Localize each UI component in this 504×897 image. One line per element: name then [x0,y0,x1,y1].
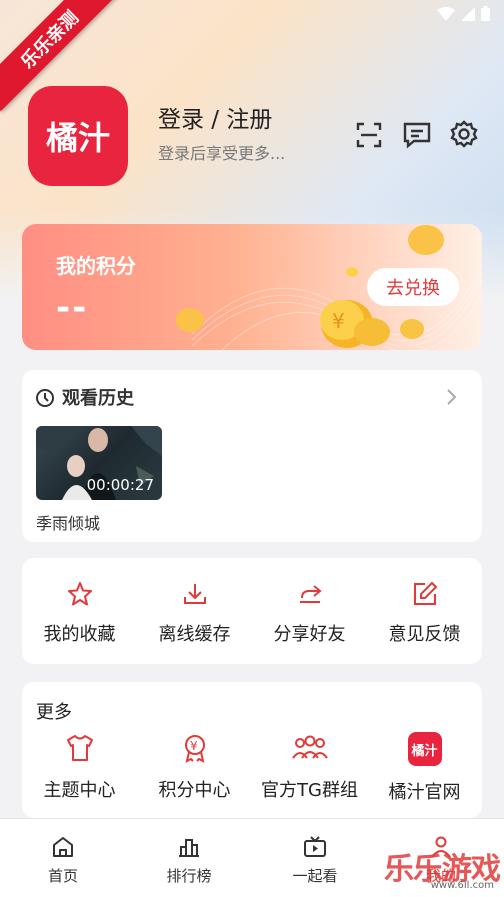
medal-icon: ¥ [184,735,205,763]
points-center-button[interactable]: ¥ 积分中心 [137,732,252,804]
battery-icon [481,6,490,21]
official-website-button[interactable]: 橘汁 橘汁官网 [367,732,482,804]
tab-ranking[interactable]: 排行榜 [126,819,252,897]
watch-history-card: 观看历史 00:00:27 季雨倾城 [22,370,482,542]
tab-home-label: 首页 [47,867,78,885]
tshirt-icon [66,735,93,761]
clock-icon [36,389,54,407]
tab-ranking-label: 排行榜 [166,867,212,885]
login-register-link[interactable]: 登录 / 注册 [158,100,272,134]
offline-cache-label: 离线缓存 [158,624,231,645]
tab-home[interactable]: 首页 [0,819,126,897]
tab-watch-together-label: 一起看 [292,867,338,885]
share-icon [299,585,322,603]
svg-text:¥: ¥ [190,739,198,753]
app-logo[interactable]: 橘汁 [28,86,128,186]
theme-center-label: 主题中心 [43,780,116,801]
more-card: 更多 主题中心 ¥ 积分中心 官方TG群组 橘汁 橘汁官网 [22,682,482,818]
chevron-right-icon[interactable] [446,388,458,406]
feedback-label: 意见反馈 [388,624,461,645]
history-item-title[interactable]: 季雨倾城 [36,510,100,534]
share-friends-button[interactable]: 分享好友 [252,580,367,646]
favorites-button[interactable]: 我的收藏 [22,580,137,646]
scan-icon[interactable] [352,118,386,152]
signal-icon [461,6,475,21]
theme-center-button[interactable]: 主题中心 [22,732,137,804]
points-card: ¥ 我的积分 -- 去兑换 [22,224,482,350]
history-thumbnail[interactable]: 00:00:27 [36,426,162,500]
tv-icon [304,836,326,857]
points-title: 我的积分 [56,254,136,278]
status-bar [437,6,490,21]
wifi-icon [437,6,455,21]
home-icon [53,837,73,857]
offline-cache-button[interactable]: 离线缓存 [137,580,252,646]
message-icon[interactable] [400,118,434,152]
login-subtitle: 登录后享受更多... [158,144,286,163]
star-icon [67,582,92,606]
history-title: 观看历史 [62,388,134,409]
svg-text:¥: ¥ [332,309,345,333]
favorites-label: 我的收藏 [43,624,116,645]
more-title: 更多 [36,702,72,723]
official-tg-group-button[interactable]: 官方TG群组 [252,732,367,804]
exchange-button[interactable]: 去兑换 [367,268,459,306]
quick-actions-card: 我的收藏 离线缓存 分享好友 意见反馈 [22,558,482,664]
edit-icon [413,581,437,605]
download-icon [183,584,206,604]
official-website-label: 橘汁官网 [388,782,461,803]
group-icon [291,735,328,759]
tab-watch-together[interactable]: 一起看 [252,819,378,897]
points-center-label: 积分中心 [158,780,231,801]
watermark-url: www.6ll.com [430,880,494,891]
logo-icon: 橘汁 [407,732,442,766]
ranking-icon [179,839,199,857]
share-friends-label: 分享好友 [273,624,346,645]
points-value: -- [56,288,89,328]
official-tg-group-label: 官方TG群组 [261,780,358,801]
feedback-button[interactable]: 意见反馈 [367,580,482,646]
settings-icon[interactable] [447,118,481,152]
watch-progress: 00:00:27 [86,476,154,494]
